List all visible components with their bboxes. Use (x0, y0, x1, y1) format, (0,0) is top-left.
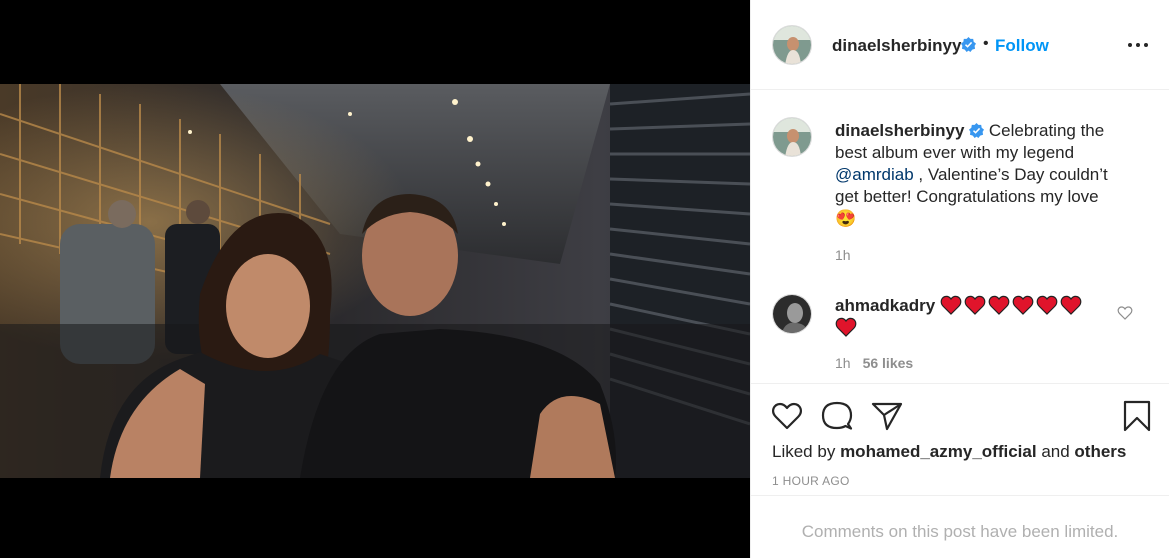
restaurant-photo (0, 84, 750, 478)
liked-by-and: and (1041, 442, 1070, 461)
more-options-icon[interactable] (1126, 38, 1150, 52)
heart-outline-icon[interactable] (771, 400, 803, 432)
post-caption: dinaelsherbinyy Celebrating the best alb… (835, 120, 1135, 230)
comment-likes-count[interactable]: 56 likes (863, 355, 914, 371)
red-heart-emoji-icon (964, 295, 986, 315)
commenter-username[interactable]: ahmadkadry (835, 296, 935, 315)
liked-by-others-link[interactable]: others (1074, 442, 1126, 461)
comments-limited-notice: Comments on this post have been limited. (801, 522, 1119, 541)
caption-timestamp[interactable]: 1h (835, 247, 851, 263)
post-details-panel: dinaelsherbinyy • Follow dinaelsherbinyy (750, 0, 1169, 558)
author-username[interactable]: dinaelsherbinyy (832, 36, 961, 56)
comments-section: dinaelsherbinyy Celebrating the best alb… (751, 91, 1169, 383)
header-separator: • (983, 35, 989, 52)
liked-by-user-link[interactable]: mohamed_azmy_official (840, 442, 1037, 461)
verified-badge-icon (961, 37, 976, 52)
commenter-avatar[interactable] (772, 294, 812, 334)
caption-username[interactable]: dinaelsherbinyy (835, 121, 964, 140)
red-heart-emoji-icon (1012, 295, 1034, 315)
author-avatar-image (773, 26, 811, 64)
follow-button[interactable]: Follow (995, 36, 1049, 56)
comment-timestamp[interactable]: 1h (835, 355, 851, 371)
liked-by-summary: Liked by mohamed_azmy_official and other… (772, 442, 1126, 462)
red-heart-emoji-icon (940, 295, 962, 315)
red-heart-emoji-icon (988, 295, 1010, 315)
caption-mention-link[interactable]: @amrdiab (835, 165, 914, 184)
post-photo[interactable] (0, 84, 750, 478)
comment-like-heart-icon[interactable] (1117, 305, 1133, 321)
red-heart-emoji-icon (1060, 295, 1082, 315)
post-header: dinaelsherbinyy • Follow (751, 0, 1169, 90)
author-avatar[interactable] (772, 25, 812, 65)
comment-text: ahmadkadry (835, 295, 1095, 339)
red-heart-emoji-icon (835, 317, 857, 337)
liked-by-prefix: Liked by (772, 442, 836, 461)
commenter-avatar-image (773, 295, 811, 333)
comment-meta: 1h 56 likes (835, 355, 913, 371)
post-media-panel (0, 0, 750, 558)
bookmark-icon[interactable] (1121, 400, 1153, 432)
paper-plane-icon[interactable] (871, 400, 903, 432)
comments-footer: Comments on this post have been limited. (751, 495, 1169, 558)
post-timestamp[interactable]: 1 HOUR AGO (772, 474, 850, 488)
heart-eyes-emoji-icon: 😍 (835, 209, 857, 228)
red-heart-emoji-icon (1036, 295, 1058, 315)
caption-author-avatar[interactable] (772, 117, 812, 157)
verified-badge-icon (969, 123, 985, 138)
comment-bubble-icon[interactable] (821, 400, 853, 432)
caption-avatar-image (773, 118, 811, 156)
